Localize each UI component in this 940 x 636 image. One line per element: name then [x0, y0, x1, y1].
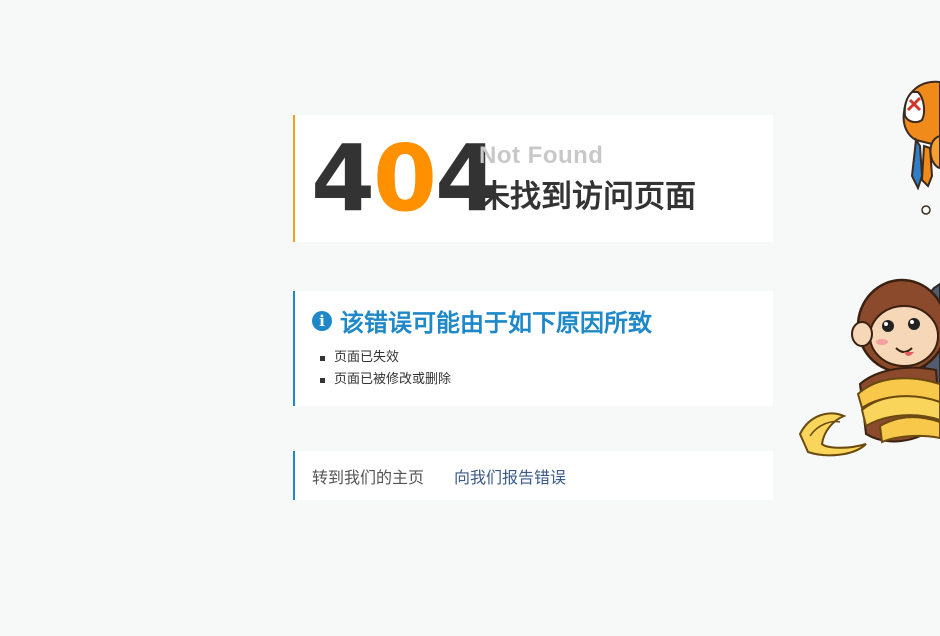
report-error-link[interactable]: 向我们报告错误: [454, 464, 566, 488]
list-item: 页面已失效: [317, 347, 451, 369]
links-row: 转到我们的主页 向我们报告错误: [312, 464, 566, 488]
error-digit-1: 4: [311, 125, 375, 232]
links-card: 转到我们的主页 向我们报告错误: [293, 451, 773, 500]
reasons-list: 页面已失效 页面已被修改或删除: [317, 347, 451, 391]
error-digit-2: 0: [373, 125, 437, 232]
monkey-banana-illustration: [798, 278, 940, 457]
home-link[interactable]: 转到我们的主页: [312, 464, 424, 488]
not-found-chinese: 未找到访问页面: [479, 179, 696, 215]
reasons-header: i 该错误可能由于如下原因所致: [312, 303, 652, 338]
cartoon-character-illustration: [902, 80, 940, 215]
reasons-title: 该错误可能由于如下原因所致: [340, 309, 652, 337]
not-found-english: Not Found: [479, 142, 604, 169]
error-code: 404: [311, 129, 499, 229]
reasons-card: i 该错误可能由于如下原因所致 页面已失效 页面已被修改或删除: [293, 291, 773, 406]
not-found-card: 404 Not Found 未找到访问页面: [293, 115, 773, 242]
info-icon: i: [312, 310, 332, 331]
list-item: 页面已被修改或删除: [317, 369, 451, 391]
